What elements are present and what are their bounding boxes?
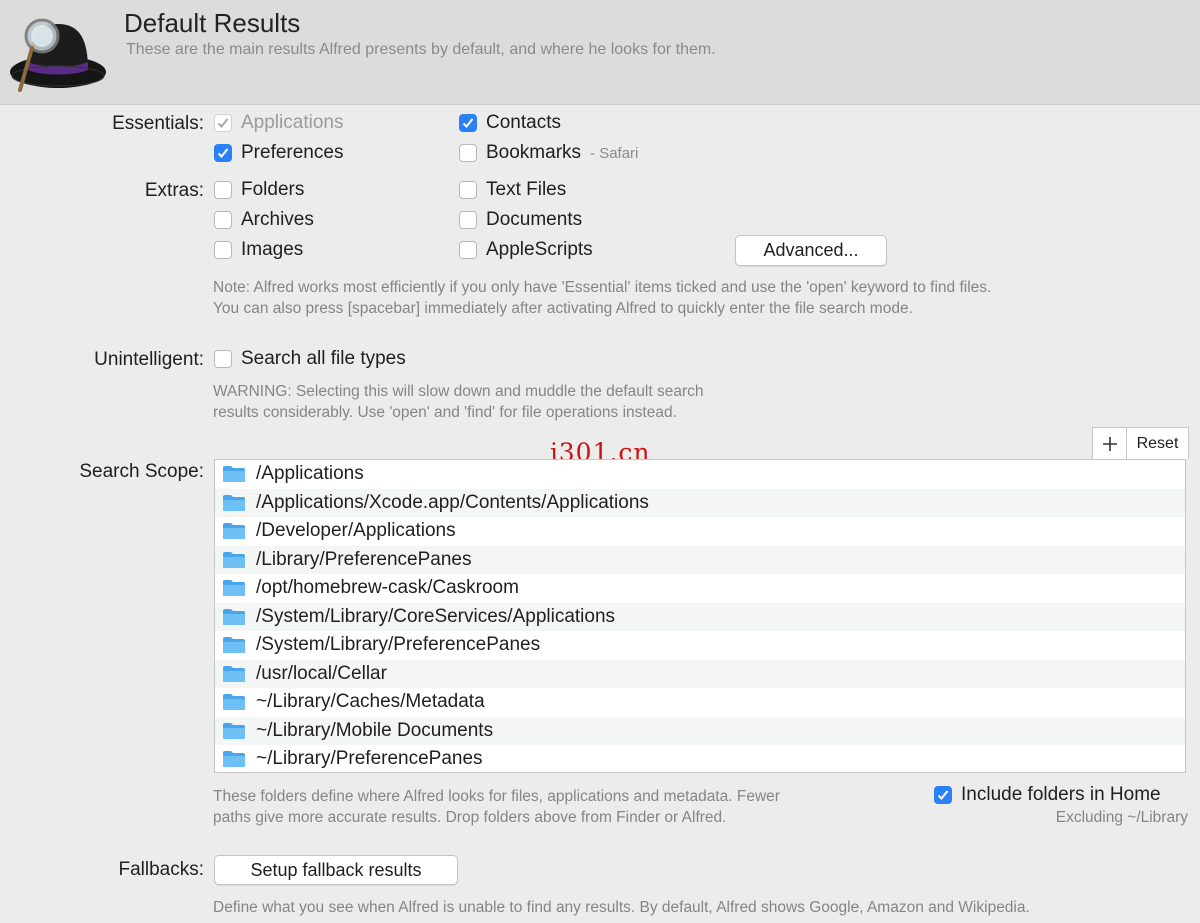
archives-checkbox-row[interactable]: Archives xyxy=(214,208,314,232)
folder-icon xyxy=(223,466,245,483)
page-title: Default Results xyxy=(124,8,301,38)
images-checkbox-row[interactable]: Images xyxy=(214,238,303,262)
checkmark-icon xyxy=(217,118,229,128)
documents-checkbox-row[interactable]: Documents xyxy=(459,208,582,232)
scope-path: ~/Library/Mobile Documents xyxy=(256,719,494,741)
search-all-checkbox-row[interactable]: Search all file types xyxy=(214,347,406,371)
extras-note: Note: Alfred works most efficiently if y… xyxy=(213,279,992,317)
scope-row[interactable]: ~/Library/PreferencePanes xyxy=(215,745,1185,772)
fallbacks-label: Fallbacks: xyxy=(118,859,204,880)
scope-path: /Library/PreferencePanes xyxy=(256,548,472,570)
applications-checkbox-row: Applications xyxy=(214,111,343,135)
page-subtitle: These are the main results Alfred presen… xyxy=(126,41,716,58)
contacts-checkbox-row[interactable]: Contacts xyxy=(459,111,561,135)
text-files-checkbox[interactable] xyxy=(459,181,477,199)
preferences-checkbox-row[interactable]: Preferences xyxy=(214,141,343,165)
bookmarks-source: - Safari xyxy=(590,144,639,162)
scope-row[interactable]: /Developer/Applications xyxy=(215,517,1185,546)
add-folder-button[interactable] xyxy=(1093,428,1127,459)
scope-path: ~/Library/PreferencePanes xyxy=(256,748,483,770)
folder-icon xyxy=(223,722,245,739)
checkmark-icon xyxy=(462,118,474,128)
text-files-label: Text Files xyxy=(486,179,567,200)
folder-icon xyxy=(223,580,245,597)
essentials-label: Essentials: xyxy=(112,113,204,134)
scope-row[interactable]: /System/Library/PreferencePanes xyxy=(215,631,1185,660)
scope-row[interactable]: /Applications/Xcode.app/Contents/Applica… xyxy=(215,488,1185,517)
scope-row[interactable]: ~/Library/Mobile Documents xyxy=(215,716,1185,745)
excluding-note: Excluding ~/Library xyxy=(1055,809,1188,826)
scope-path: ~/Library/Caches/Metadata xyxy=(256,691,485,713)
search-scope-note: These folders define where Alfred looks … xyxy=(213,788,780,826)
bookmarks-checkbox-row[interactable]: Bookmarks - Safari xyxy=(459,141,638,165)
reset-button[interactable]: Reset xyxy=(1127,428,1188,459)
scope-path: /usr/local/Cellar xyxy=(256,662,387,684)
include-home-checkbox[interactable] xyxy=(934,786,952,804)
scope-path: /opt/homebrew-cask/Caskroom xyxy=(256,577,519,599)
scope-path: /Applications xyxy=(256,463,364,485)
folder-icon xyxy=(223,665,245,682)
scope-row[interactable]: /Applications xyxy=(215,460,1185,489)
preferences-label: Preferences xyxy=(241,142,344,163)
include-home-checkbox-row[interactable]: Include folders in Home xyxy=(934,783,1161,807)
include-home-label: Include folders in Home xyxy=(961,784,1161,805)
applications-label: Applications xyxy=(241,112,344,133)
applescripts-checkbox[interactable] xyxy=(459,241,477,259)
folder-icon xyxy=(223,523,245,540)
bookmarks-label: Bookmarks xyxy=(486,142,582,163)
text-files-checkbox-row[interactable]: Text Files xyxy=(459,178,566,202)
checkmark-icon xyxy=(217,148,229,158)
folder-icon xyxy=(223,751,245,768)
search-scope-label: Search Scope: xyxy=(79,461,204,482)
folder-icon xyxy=(223,608,245,625)
search-all-file-types-label: Search all file types xyxy=(241,348,406,369)
documents-checkbox[interactable] xyxy=(459,211,477,229)
unintelligent-label: Unintelligent: xyxy=(94,349,204,370)
scope-row[interactable]: /usr/local/Cellar xyxy=(215,659,1185,688)
fallbacks-note: Define what you see when Alfred is unabl… xyxy=(213,899,1030,916)
scope-path: /System/Library/CoreServices/Application… xyxy=(256,605,616,627)
folders-label: Folders xyxy=(241,179,305,200)
contacts-label: Contacts xyxy=(486,112,561,133)
preferences-checkbox[interactable] xyxy=(214,144,232,162)
scope-path: /Applications/Xcode.app/Contents/Applica… xyxy=(256,491,649,513)
scope-row[interactable]: /Library/PreferencePanes xyxy=(215,545,1185,574)
checkmark-icon xyxy=(937,790,949,800)
folders-checkbox-row[interactable]: Folders xyxy=(214,178,304,202)
alfred-hat-logo-icon xyxy=(10,18,106,92)
scope-row[interactable]: ~/Library/Caches/Metadata xyxy=(215,688,1185,717)
folders-checkbox[interactable] xyxy=(214,181,232,199)
applications-checkbox xyxy=(214,114,232,132)
images-label: Images xyxy=(241,239,304,260)
search-scope-list[interactable]: /Applications/Applications/Xcode.app/Con… xyxy=(214,459,1186,773)
scope-row[interactable]: /System/Library/CoreServices/Application… xyxy=(215,602,1185,631)
folder-icon xyxy=(223,694,245,711)
search-all-file-types-checkbox[interactable] xyxy=(214,350,232,368)
extras-label: Extras: xyxy=(144,180,204,201)
images-checkbox[interactable] xyxy=(214,241,232,259)
archives-checkbox[interactable] xyxy=(214,211,232,229)
applescripts-label: AppleScripts xyxy=(486,239,593,260)
unintelligent-warning: WARNING: Selecting this will slow down a… xyxy=(213,383,704,421)
setup-fallback-button[interactable]: Setup fallback results xyxy=(214,855,458,885)
scope-path: /Developer/Applications xyxy=(256,520,456,542)
header: Default Results These are the main resul… xyxy=(0,0,1200,105)
bookmarks-checkbox[interactable] xyxy=(459,144,477,162)
documents-label: Documents xyxy=(486,209,583,230)
folder-icon xyxy=(223,637,245,654)
scope-controls: Reset xyxy=(1092,427,1189,459)
scope-path: /System/Library/PreferencePanes xyxy=(256,634,541,656)
contacts-checkbox[interactable] xyxy=(459,114,477,132)
folder-icon xyxy=(223,494,245,511)
plus-icon xyxy=(1102,436,1117,451)
folder-icon xyxy=(223,551,245,568)
applescripts-checkbox-row[interactable]: AppleScripts xyxy=(459,238,593,262)
advanced-button[interactable]: Advanced... xyxy=(735,235,887,266)
archives-label: Archives xyxy=(241,209,314,230)
scope-row[interactable]: /opt/homebrew-cask/Caskroom xyxy=(215,574,1185,603)
